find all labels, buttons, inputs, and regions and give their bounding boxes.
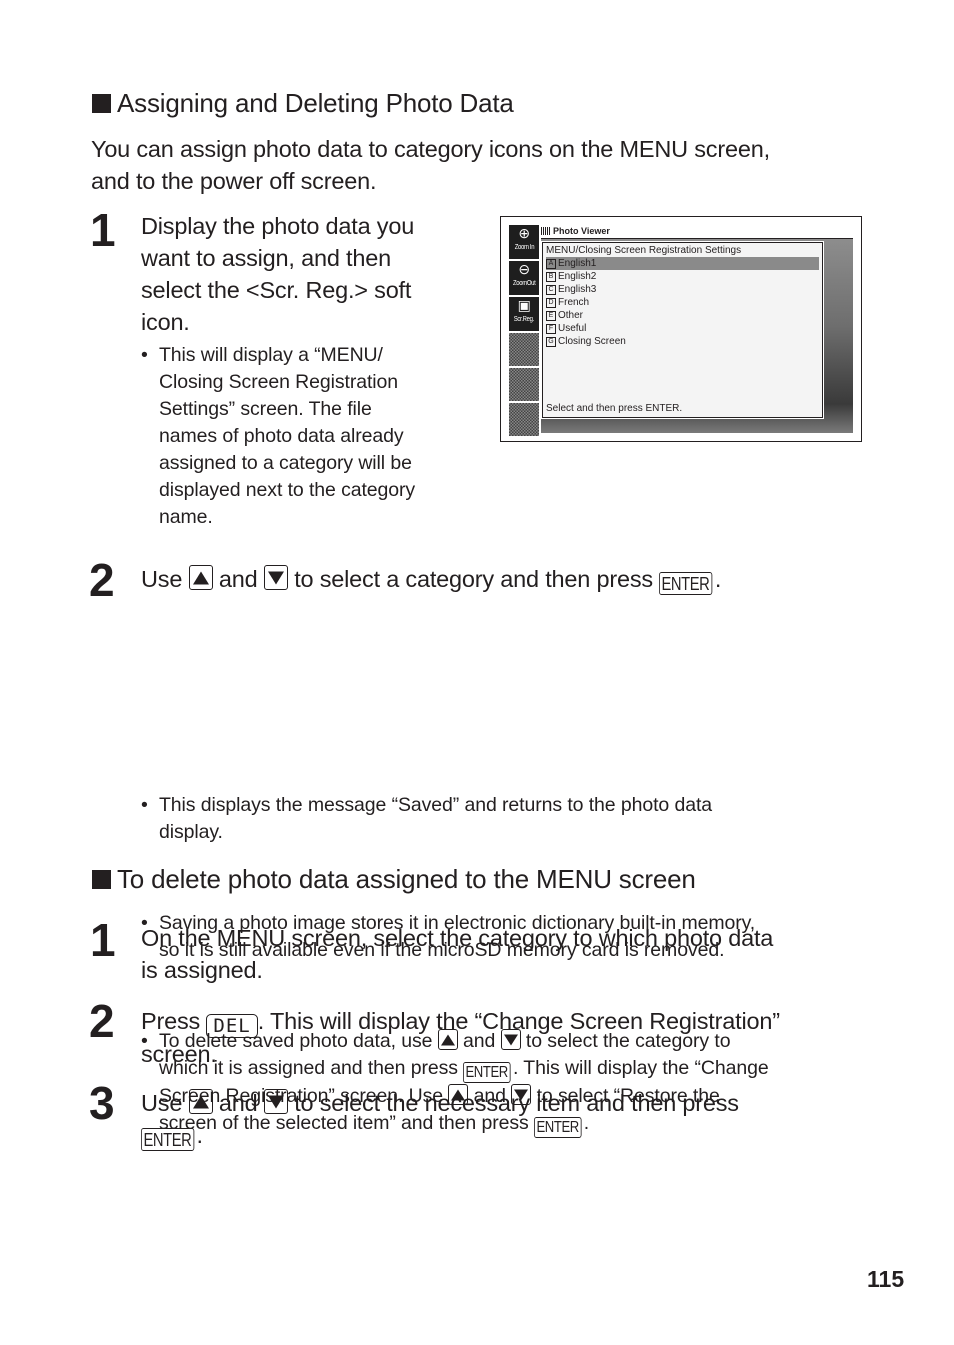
category-letter-icon: F	[546, 323, 556, 334]
text: Use	[141, 1090, 183, 1116]
text: .	[714, 566, 722, 592]
category-letter-icon: C	[546, 284, 556, 295]
category-label: Other	[558, 310, 584, 321]
step2-text: Use and to select a category and then pr…	[141, 563, 721, 595]
down-arrow-key-icon	[263, 565, 288, 590]
heading-square-icon	[92, 94, 111, 113]
text: .	[196, 1122, 204, 1148]
screen-register-icon: ▣	[517, 297, 531, 313]
soft-icon-zoom-in[interactable]: ⊕ Zoom In	[509, 225, 539, 259]
step-line: Display the photo data you	[141, 213, 415, 239]
step-number: 2	[89, 995, 115, 1047]
intro-line: and to the power off screen.	[91, 168, 377, 194]
category-label: English1	[558, 258, 597, 269]
category-label: English2	[558, 271, 597, 282]
zoom-out-icon: ⊖	[518, 261, 530, 277]
step-number: 1	[90, 204, 116, 256]
soft-icon-label: Zoom In	[514, 244, 534, 251]
page-number: 115	[867, 1266, 905, 1292]
intro-paragraph: You can assign photo data to category ic…	[91, 133, 770, 197]
zoom-in-icon: ⊕	[518, 225, 530, 241]
category-letter-icon: B	[546, 271, 556, 282]
text: . This will display the “Change Screen R…	[257, 1008, 780, 1034]
category-item[interactable]: B English2	[546, 270, 819, 283]
registration-settings-dialog: MENU/Closing Screen Registration Setting…	[541, 241, 824, 419]
soft-icon-bar: ⊕ Zoom In ⊖ ZoomOut ▣ Scr.Reg.	[509, 225, 539, 436]
category-item[interactable]: E Other	[546, 309, 819, 322]
empty-soft-icon-slot	[509, 403, 539, 436]
category-letter-icon: A	[546, 258, 556, 269]
app-title: Photo Viewer	[553, 226, 610, 236]
bullet-line: displayed next to the category	[159, 479, 416, 501]
enter-key-icon: ENTER	[141, 1128, 194, 1151]
category-label: Useful	[558, 323, 587, 334]
dialog-title: MENU/Closing Screen Registration Setting…	[546, 245, 742, 256]
intro-line: You can assign photo data to category ic…	[91, 136, 770, 162]
up-arrow-key-icon	[188, 565, 213, 590]
text: to select a category and then press	[294, 566, 653, 592]
text: to select the necessary item and then pr…	[294, 1090, 739, 1116]
step-line: screen.	[141, 1041, 217, 1067]
app-grid-icon	[541, 227, 550, 235]
enter-key-icon: ENTER	[659, 572, 713, 595]
soft-icon-label: ZoomOut	[512, 280, 536, 287]
category-letter-icon: G	[546, 336, 556, 347]
bullet-line: assigned to a category will be	[159, 452, 412, 474]
step-line: Use and to select the necessary item and…	[141, 1087, 739, 1119]
category-item[interactable]: C English3	[546, 283, 819, 296]
step-number: 1	[90, 914, 116, 966]
device-screenshot: ⊕ Zoom In ⊖ ZoomOut ▣ Scr.Reg. Photo Vie…	[500, 216, 862, 442]
category-item[interactable]: A English1	[546, 257, 819, 270]
text: Press	[141, 1008, 201, 1034]
category-label: English3	[558, 284, 597, 295]
section-heading-assigning: Assigning and Deleting Photo Data	[92, 88, 514, 119]
del-key-icon: DEL	[206, 1014, 258, 1038]
step-line: select the <Scr. Reg.> soft	[141, 277, 412, 303]
empty-soft-icon-slot	[509, 333, 539, 366]
category-label: French	[558, 297, 590, 308]
bullet-line: display.	[159, 821, 223, 843]
step1-text: Display the photo data you want to assig…	[141, 210, 414, 338]
s2-step3-text: Use and to select the necessary item and…	[141, 1087, 739, 1151]
category-item[interactable]: D French	[546, 296, 819, 309]
step-line: ENTER.	[141, 1119, 739, 1151]
text: and	[218, 1090, 258, 1116]
down-arrow-key-icon	[263, 1089, 288, 1114]
heading-square-icon	[92, 870, 111, 889]
bullet-line: This displays the message “Saved” and re…	[159, 794, 713, 816]
s2-step1-text: On the MENU screen, select the category …	[141, 922, 773, 986]
step-line: icon.	[141, 309, 190, 335]
step-line: Press DEL. This will display the “Change…	[141, 1005, 780, 1038]
heading-text: Assigning and Deleting Photo Data	[117, 88, 514, 118]
soft-icon-zoom-out[interactable]: ⊖ ZoomOut	[509, 261, 539, 295]
category-item[interactable]: F Useful	[546, 322, 819, 335]
step-line: is assigned.	[141, 957, 263, 983]
soft-icon-scr-reg[interactable]: ▣ Scr.Reg.	[509, 297, 539, 331]
step-number: 2	[89, 554, 115, 606]
step-line: want to assign, and then	[141, 245, 391, 271]
bullet-line: name.	[159, 506, 213, 528]
step-line: On the MENU screen, select the category …	[141, 925, 774, 951]
section-heading-delete-menu: To delete photo data assigned to the MEN…	[92, 864, 696, 895]
category-letter-icon: D	[546, 297, 556, 308]
text: and	[218, 566, 258, 592]
app-title-bar: Photo Viewer	[541, 224, 853, 239]
dialog-footer: Select and then press ENTER.	[546, 403, 683, 414]
category-label: Closing Screen	[558, 336, 626, 347]
category-letter-icon: E	[546, 310, 556, 321]
s2-step2-text: Press DEL. This will display the “Change…	[141, 1005, 780, 1070]
category-item[interactable]: G Closing Screen	[546, 335, 819, 348]
empty-soft-icon-slot	[509, 368, 539, 401]
up-arrow-key-icon	[188, 1089, 213, 1114]
soft-icon-label: Scr.Reg.	[513, 316, 535, 323]
heading-text: To delete photo data assigned to the MEN…	[117, 864, 696, 894]
step-number: 3	[89, 1077, 115, 1129]
step2-bullet: This displays the message “Saved” and re…	[141, 792, 954, 846]
text: Use	[141, 566, 183, 592]
